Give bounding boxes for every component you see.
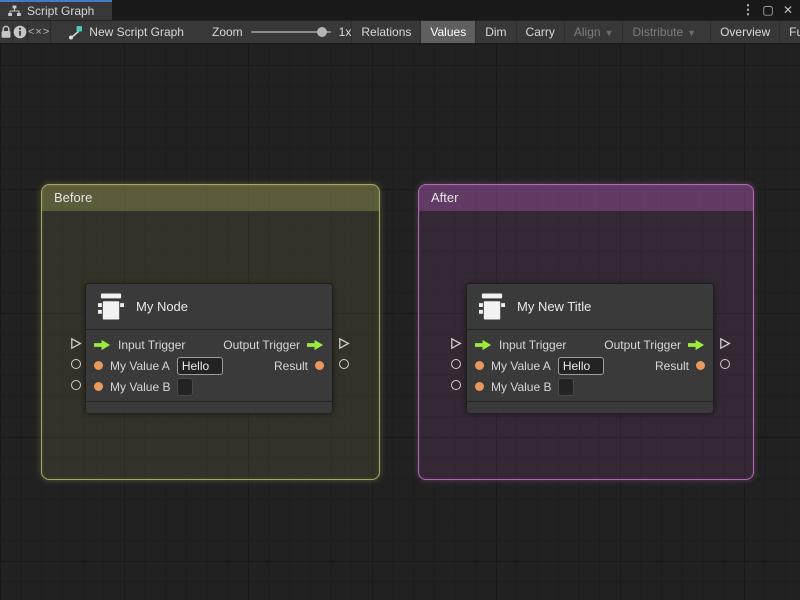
code-brackets-icon: <×> <box>28 26 51 38</box>
script-graph-window: Script Graph ⋮ ▢ ✕ <×> New Script Graph … <box>0 0 800 600</box>
overview-button[interactable]: Overview <box>710 21 779 43</box>
info-icon <box>13 25 27 39</box>
relations-button[interactable]: Relations <box>351 21 420 43</box>
align-label: Align <box>573 25 601 39</box>
toolbar-buttons: Relations Values Dim Carry Align ▼ Distri… <box>351 21 800 43</box>
group-after-title: After <box>431 190 459 205</box>
external-flow-port[interactable] <box>70 337 82 355</box>
port-label-value-a: My Value A <box>491 358 551 373</box>
zoom-control: Zoom 1x <box>211 21 352 43</box>
fullscreen-button[interactable]: Full Screen <box>779 21 800 43</box>
graph-name-label: New Script Graph <box>89 25 184 39</box>
port-row: Input Trigger Output Trigger <box>86 334 332 355</box>
port-label-output-trigger: Output Trigger <box>604 337 681 352</box>
group-before-title: Before <box>54 190 93 205</box>
port-row: My Value A Result <box>86 355 332 376</box>
dim-button[interactable]: Dim <box>475 21 515 43</box>
value-dot-icon[interactable] <box>315 361 324 370</box>
group-before-header[interactable]: Before <box>42 185 379 211</box>
external-value-port[interactable] <box>71 380 81 390</box>
graph-toolbar: <×> New Script Graph Zoom 1x Relations V… <box>0 20 800 44</box>
port-row: My Value B <box>86 376 332 397</box>
node-header[interactable]: My New Title <box>467 284 713 330</box>
node-my-node[interactable]: My Node Input Trigger Output Trigger My … <box>85 283 333 413</box>
lock-icon <box>0 25 12 39</box>
zoom-value: 1x <box>338 25 352 39</box>
external-flow-port[interactable] <box>338 337 350 355</box>
tab-script-graph[interactable]: Script Graph <box>0 0 112 20</box>
external-flow-port[interactable] <box>450 337 462 355</box>
external-value-port[interactable] <box>720 359 730 369</box>
graph-canvas[interactable]: Before After My Node Input Trigger Outpu… <box>0 44 800 600</box>
distribute-label: Distribute <box>632 25 684 39</box>
window-menu-button[interactable]: ⋮ <box>740 1 756 19</box>
window-controls: ⋮ ▢ ✕ <box>740 0 800 20</box>
zoom-slider[interactable] <box>250 21 331 43</box>
script-graph-icon <box>67 25 83 40</box>
node-footer <box>86 401 332 413</box>
port-row: My Value A Result <box>467 355 713 376</box>
external-value-port[interactable] <box>71 359 81 369</box>
maximize-button[interactable]: ▢ <box>760 1 776 19</box>
node-title: My New Title <box>517 299 592 314</box>
unit-node-icon <box>479 292 506 322</box>
group-after-header[interactable]: After <box>419 185 753 211</box>
port-label-result: Result <box>273 358 308 373</box>
external-flow-port[interactable] <box>719 337 731 355</box>
value-b-input[interactable] <box>177 377 194 396</box>
align-dropdown[interactable]: Align ▼ <box>563 21 623 43</box>
external-value-port[interactable] <box>451 380 461 390</box>
flow-arrow-icon[interactable] <box>475 339 492 351</box>
chevron-down-icon: ▼ <box>604 28 614 38</box>
hierarchy-icon <box>8 5 21 17</box>
node-footer <box>467 401 713 413</box>
node-title: My Node <box>136 299 189 314</box>
port-row: My Value B <box>467 376 713 397</box>
port-label-value-a: My Value A <box>110 358 170 373</box>
external-value-port[interactable] <box>339 359 349 369</box>
graph-asset-breadcrumb[interactable]: New Script Graph <box>51 25 198 40</box>
value-b-input[interactable] <box>558 377 575 396</box>
value-dot-icon[interactable] <box>475 382 484 391</box>
port-label-value-b: My Value B <box>491 379 552 394</box>
node-my-new-title[interactable]: My New Title Input Trigger Output Trigge… <box>466 283 714 413</box>
unit-node-icon <box>98 292 125 322</box>
node-header[interactable]: My Node <box>86 284 332 330</box>
tab-bar: Script Graph ⋮ ▢ ✕ <box>0 0 800 20</box>
code-view-button[interactable]: <×> <box>28 21 51 43</box>
port-label-input-trigger: Input Trigger <box>499 337 567 352</box>
port-label-value-b: My Value B <box>110 379 171 394</box>
close-button[interactable]: ✕ <box>780 1 796 19</box>
value-a-input[interactable] <box>557 356 604 375</box>
zoom-label: Zoom <box>211 25 243 39</box>
port-label-input-trigger: Input Trigger <box>118 337 186 352</box>
node-ports: Input Trigger Output Trigger My Value A <box>86 330 332 401</box>
info-button[interactable] <box>13 21 27 43</box>
distribute-dropdown[interactable]: Distribute ▼ <box>622 21 705 43</box>
lock-button[interactable] <box>0 21 12 43</box>
flow-arrow-icon[interactable] <box>688 339 705 351</box>
carry-button[interactable]: Carry <box>515 21 564 43</box>
tab-label: Script Graph <box>27 4 95 18</box>
external-value-port[interactable] <box>451 359 461 369</box>
value-dot-icon[interactable] <box>475 361 484 370</box>
port-label-output-trigger: Output Trigger <box>223 337 300 352</box>
value-dot-icon[interactable] <box>94 382 103 391</box>
values-button[interactable]: Values <box>420 21 476 43</box>
value-a-input[interactable] <box>176 356 223 375</box>
port-row: Input Trigger Output Trigger <box>467 334 713 355</box>
chevron-down-icon: ▼ <box>687 28 697 38</box>
value-dot-icon[interactable] <box>94 361 103 370</box>
value-dot-icon[interactable] <box>696 361 705 370</box>
port-label-result: Result <box>654 358 689 373</box>
flow-arrow-icon[interactable] <box>307 339 324 351</box>
flow-arrow-icon[interactable] <box>94 339 111 351</box>
zoom-slider-handle[interactable] <box>316 27 327 37</box>
node-ports: Input Trigger Output Trigger My Value A <box>467 330 713 401</box>
